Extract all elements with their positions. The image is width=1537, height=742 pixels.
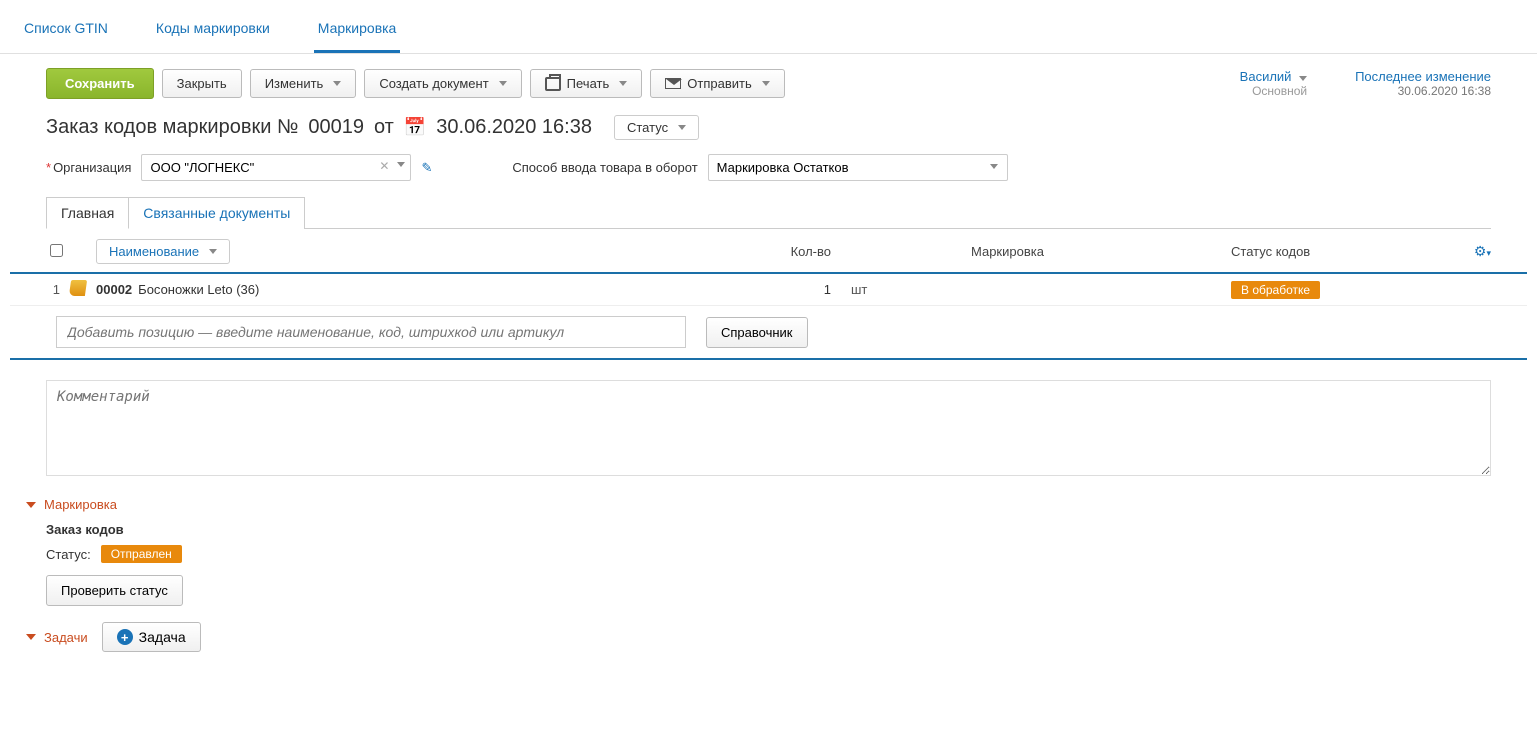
- calendar-icon[interactable]: 📅: [404, 117, 426, 138]
- caret-icon: [499, 81, 507, 86]
- print-icon: [545, 77, 561, 91]
- chevron-down-icon: [26, 634, 36, 640]
- name-column-dropdown[interactable]: Наименование: [96, 239, 230, 264]
- marking-section-toggle[interactable]: Маркировка: [26, 497, 1511, 512]
- status-dropdown[interactable]: Статус: [614, 115, 699, 140]
- check-status-button[interactable]: Проверить статус: [46, 575, 183, 606]
- caret-icon[interactable]: [397, 162, 405, 167]
- document-number: 00019: [308, 116, 364, 139]
- chevron-down-icon: [26, 502, 36, 508]
- org-label: *Организация: [46, 160, 131, 175]
- title-from: от: [374, 116, 394, 139]
- edit-org-icon[interactable]: ✎: [421, 160, 432, 176]
- top-tabs: Список GTIN Коды маркировки Маркировка: [0, 0, 1537, 54]
- tasks-section-toggle[interactable]: Задачи: [26, 630, 88, 645]
- tab-marking[interactable]: Маркировка: [314, 10, 401, 53]
- status-badge: Отправлен: [101, 545, 182, 563]
- tasks-section: Задачи + Задача: [0, 614, 1537, 660]
- add-task-button[interactable]: + Задача: [102, 622, 201, 652]
- send-button[interactable]: Отправить: [650, 69, 784, 98]
- edit-button[interactable]: Изменить: [250, 69, 357, 98]
- mail-icon: [665, 78, 681, 89]
- comment-textarea[interactable]: [46, 380, 1491, 476]
- organization-input[interactable]: [141, 154, 411, 181]
- select-all-checkbox[interactable]: [50, 244, 63, 257]
- subtab-linked-documents[interactable]: Связанные документы: [128, 197, 305, 229]
- circulation-method-select[interactable]: [708, 154, 1008, 181]
- create-document-button[interactable]: Создать документ: [364, 69, 521, 98]
- status-label: Статус:: [46, 547, 91, 562]
- add-position-input[interactable]: [56, 316, 686, 348]
- title-prefix: Заказ кодов маркировки №: [46, 116, 298, 139]
- table-row[interactable]: 1 00002Босоножки Leto (36) 1 шт В обрабо…: [10, 274, 1527, 306]
- close-button[interactable]: Закрыть: [162, 69, 242, 98]
- items-table: Наименование Кол-во Маркировка Статус ко…: [0, 229, 1537, 360]
- caret-icon: [678, 125, 686, 130]
- row-qty: 1: [731, 282, 851, 297]
- method-label: Способ ввода товара в оборот: [512, 160, 697, 175]
- toolbar: Сохранить Закрыть Изменить Создать докум…: [0, 54, 1537, 109]
- save-button[interactable]: Сохранить: [46, 68, 154, 99]
- user-block[interactable]: Василий Основной: [1240, 69, 1307, 98]
- plus-icon: +: [117, 629, 133, 645]
- row-number: 1: [46, 282, 60, 297]
- status-header: Статус кодов: [1231, 244, 1461, 259]
- last-change: Последнее изменение 30.06.2020 16:38: [1355, 69, 1491, 98]
- clear-icon[interactable]: ✕: [379, 159, 389, 173]
- form-row: *Организация ✕ ✎ Способ ввода товара в о…: [0, 154, 1537, 197]
- add-row: Справочник: [10, 306, 1527, 360]
- caret-icon: [762, 81, 770, 86]
- document-title: Заказ кодов маркировки № 00019 от 📅 30.0…: [0, 109, 1537, 154]
- print-button[interactable]: Печать: [530, 69, 643, 98]
- caret-icon: [1299, 76, 1307, 81]
- row-status: В обработке: [1231, 281, 1491, 299]
- row-unit: шт: [851, 282, 971, 297]
- sub-tabs: Главная Связанные документы: [0, 197, 1537, 229]
- caret-icon[interactable]: [990, 164, 998, 169]
- caret-icon: [209, 249, 217, 254]
- order-codes-title: Заказ кодов: [46, 522, 1511, 537]
- row-name: 00002Босоножки Leto (36): [96, 282, 731, 297]
- qty-header: Кол-во: [731, 244, 851, 259]
- marking-header: Маркировка: [971, 244, 1231, 259]
- tab-gtin-list[interactable]: Список GTIN: [20, 10, 112, 53]
- reference-button[interactable]: Справочник: [706, 317, 808, 348]
- document-datetime: 30.06.2020 16:38: [436, 116, 592, 139]
- product-icon: [70, 280, 92, 299]
- table-header: Наименование Кол-во Маркировка Статус ко…: [10, 229, 1527, 274]
- subtab-main[interactable]: Главная: [46, 197, 129, 229]
- caret-icon: [333, 81, 341, 86]
- gear-icon[interactable]: ⚙▾: [1461, 243, 1491, 260]
- caret-icon: [619, 81, 627, 86]
- tab-marking-codes[interactable]: Коды маркировки: [152, 10, 274, 53]
- marking-section: Маркировка Заказ кодов Статус: Отправлен…: [0, 489, 1537, 614]
